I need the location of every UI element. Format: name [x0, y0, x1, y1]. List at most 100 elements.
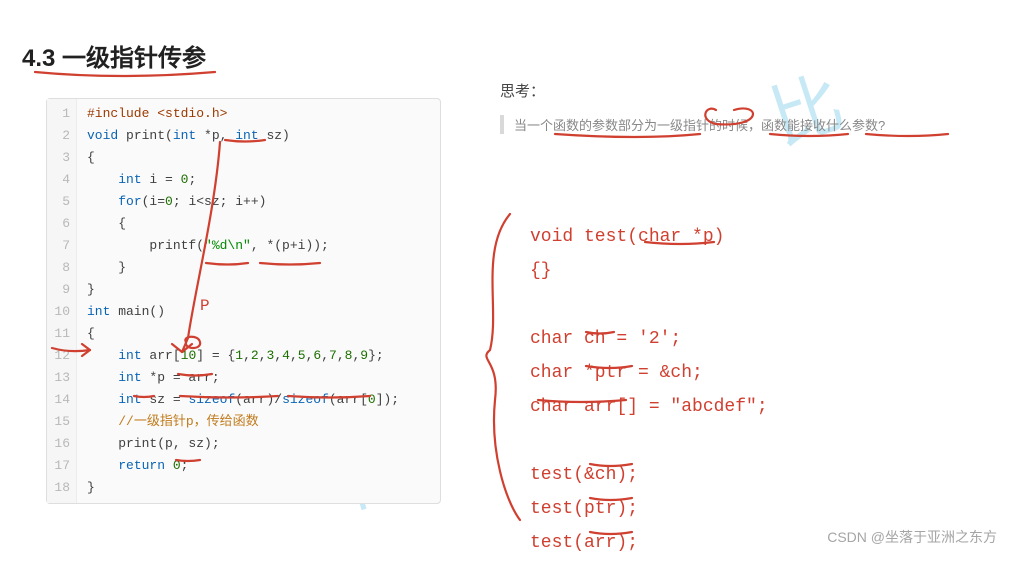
page-title: 4.3 一级指针传参 [22, 38, 206, 73]
line-number: 6 [47, 213, 70, 235]
code-token: "%d\n" [204, 238, 251, 253]
code-token: sizeof [282, 392, 329, 407]
code-token: ; [181, 458, 189, 473]
code-token: 0 [173, 458, 181, 473]
code-token [87, 194, 118, 209]
line-number: 2 [47, 125, 70, 147]
code-token [87, 458, 118, 473]
code-line: return 0; [87, 455, 430, 477]
line-number: 16 [47, 433, 70, 455]
code-token: (i= [142, 194, 165, 209]
code-line: int *p = arr; [87, 367, 430, 389]
code-token: int [118, 348, 141, 363]
line-number: 15 [47, 411, 70, 433]
code-token: 2 [251, 348, 259, 363]
code-token: 4 [282, 348, 290, 363]
code-token: void [87, 128, 118, 143]
code-token: 9 [360, 348, 368, 363]
code-body: #include <stdio.h>void print(int *p, int… [77, 99, 440, 503]
code-token [165, 458, 173, 473]
code-line: { [87, 323, 430, 345]
code-token: #include <stdio.h> [87, 106, 227, 121]
code-token: { [87, 216, 126, 231]
handwriting-line: test(&ch); [530, 458, 910, 492]
code-token: int [118, 172, 141, 187]
code-token: sz = [142, 392, 189, 407]
line-number: 7 [47, 235, 70, 257]
code-token: print(p, sz); [87, 436, 220, 451]
code-token: , [274, 348, 282, 363]
line-number: 1 [47, 103, 70, 125]
code-token: } [87, 282, 95, 297]
code-token: main() [110, 304, 165, 319]
code-line: #include <stdio.h> [87, 103, 430, 125]
handwriting-code: void test(char *p){} char ch = '2'; char … [530, 220, 910, 560]
code-line: } [87, 257, 430, 279]
handwriting-line: char ch = '2'; [530, 322, 910, 356]
code-token: (arr)/ [235, 392, 282, 407]
think-quote: 当一个函数的参数部分为一级指针的时候，函数能接收什么参数? [500, 115, 995, 134]
code-token: i = [142, 172, 181, 187]
code-token: *p = arr; [142, 370, 220, 385]
code-block: 123456789101112131415161718 #include <st… [46, 98, 441, 504]
code-token: int [173, 128, 196, 143]
code-token: , [243, 348, 251, 363]
line-number: 5 [47, 191, 70, 213]
handwriting-line: test(ptr); [530, 492, 910, 526]
code-token: ; i<sz; i++) [173, 194, 267, 209]
code-token: int [118, 370, 141, 385]
code-line: int main() [87, 301, 430, 323]
code-token: int [235, 128, 258, 143]
code-token: *p, [196, 128, 235, 143]
code-token [87, 414, 118, 429]
code-token: 10 [181, 348, 197, 363]
code-token: , [321, 348, 329, 363]
code-token: { [87, 150, 95, 165]
code-token: arr[ [142, 348, 181, 363]
underline-quote-2 [770, 134, 848, 136]
code-token: { [87, 326, 95, 341]
code-line: } [87, 279, 430, 301]
code-token: , *(p+i)); [251, 238, 329, 253]
code-line: print(p, sz); [87, 433, 430, 455]
code-line: } [87, 477, 430, 499]
line-number: 10 [47, 301, 70, 323]
underline-quote-1 [555, 134, 700, 137]
line-number: 18 [47, 477, 70, 499]
code-token: (arr[ [329, 392, 368, 407]
code-token [87, 172, 118, 187]
code-token [87, 392, 118, 407]
code-token: //一级指针p，传给函数 [118, 414, 258, 429]
code-token: 0 [165, 194, 173, 209]
code-token [87, 348, 118, 363]
handwriting-line: char arr[] = "abcdef"; [530, 390, 910, 424]
code-line: int sz = sizeof(arr)/sizeof(arr[0]); [87, 389, 430, 411]
line-number: 11 [47, 323, 70, 345]
handwriting-line: void test(char *p) [530, 220, 910, 254]
code-line: //一级指针p，传给函数 [87, 411, 430, 433]
big-brace [486, 214, 520, 520]
csdn-watermark: CSDN @坐落于亚洲之东方 [827, 527, 997, 547]
code-token: sz) [259, 128, 290, 143]
line-number: 14 [47, 389, 70, 411]
code-line: int i = 0; [87, 169, 430, 191]
code-token: for [118, 194, 141, 209]
code-token: , [259, 348, 267, 363]
code-token: ; [188, 172, 196, 187]
code-token: ] = { [196, 348, 235, 363]
line-number: 3 [47, 147, 70, 169]
code-token: 7 [329, 348, 337, 363]
code-token: printf( [87, 238, 204, 253]
code-token: 1 [235, 348, 243, 363]
code-token: } [87, 480, 95, 495]
underline-quote-3 [866, 134, 948, 136]
code-token: print( [118, 128, 173, 143]
code-token: 0 [368, 392, 376, 407]
code-line: void print(int *p, int sz) [87, 125, 430, 147]
code-token: int [87, 304, 110, 319]
code-line: for(i=0; i<sz; i++) [87, 191, 430, 213]
code-token: return [118, 458, 165, 473]
code-token: ]); [376, 392, 399, 407]
handwriting-line: {} [530, 254, 910, 288]
code-token [87, 370, 118, 385]
